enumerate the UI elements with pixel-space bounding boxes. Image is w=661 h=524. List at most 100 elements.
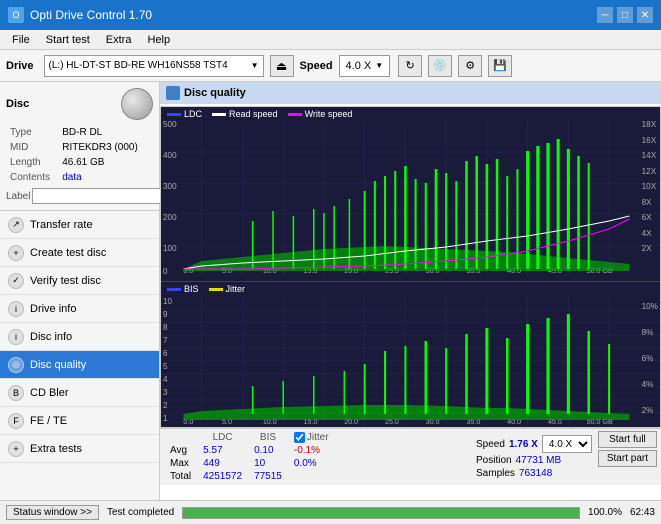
speed-dropdown[interactable]: 4.0 X ▼: [339, 55, 391, 77]
nav-item-disc-info[interactable]: i Disc info: [0, 323, 159, 351]
svg-text:25.0: 25.0: [385, 419, 399, 426]
svg-text:4: 4: [163, 375, 168, 384]
label-row: Label ✎: [6, 188, 153, 204]
total-label: Total: [164, 470, 197, 483]
status-window-button[interactable]: Status window >>: [6, 505, 99, 520]
readspeed-legend-color: [212, 113, 226, 116]
avg-bis: 0.10: [248, 444, 288, 457]
nav-label-extra-tests: Extra tests: [30, 443, 82, 455]
save-button[interactable]: 💾: [488, 55, 512, 77]
drive-dropdown-arrow-icon: ▼: [251, 61, 259, 70]
nav-item-drive-info[interactable]: i Drive info: [0, 295, 159, 323]
speed-info-value: 1.76 X: [509, 439, 538, 450]
svg-text:50.0 GB: 50.0 GB: [587, 419, 613, 426]
svg-text:14X: 14X: [642, 151, 657, 160]
bottom-legend: BIS Jitter: [161, 282, 660, 296]
label-input[interactable]: [32, 188, 170, 204]
nav-item-disc-quality[interactable]: ◎ Disc quality: [0, 351, 159, 379]
svg-text:0.0: 0.0: [183, 419, 193, 426]
drive-dropdown[interactable]: (L:) HL-DT-ST BD-RE WH16NS58 TST4 ▼: [44, 55, 264, 77]
title-bar-controls[interactable]: ─ □ ✕: [597, 7, 653, 23]
bis-legend-color: [167, 288, 181, 291]
nav-item-transfer-rate[interactable]: ↗ Transfer rate: [0, 211, 159, 239]
start-buttons: Start full Start part: [598, 431, 657, 483]
sidebar: Disc Type BD-R DL MID RITEKDR3 (000) Len…: [0, 82, 160, 500]
disc-info-table: Type BD-R DL MID RITEKDR3 (000) Length 4…: [6, 124, 153, 186]
status-time: 62:43: [630, 507, 655, 518]
position-label: Position: [476, 455, 512, 466]
close-button[interactable]: ✕: [637, 7, 653, 23]
bis-chart: BIS Jitter: [161, 282, 660, 427]
svg-text:12X: 12X: [642, 167, 657, 176]
svg-text:300: 300: [163, 182, 177, 191]
total-row: Total 4251572 77515: [164, 470, 335, 483]
disc-icon: [121, 88, 153, 120]
menu-bar: File Start test Extra Help: [0, 30, 661, 50]
readspeed-legend-label: Read speed: [229, 109, 278, 119]
maximize-button[interactable]: □: [617, 7, 633, 23]
contents-value: data: [60, 171, 151, 184]
svg-text:6: 6: [163, 349, 168, 358]
disc-info-icon: i: [8, 329, 24, 345]
avg-row: Avg 5.57 0.10 -0.1%: [164, 444, 335, 457]
eject-button[interactable]: ⏏: [270, 55, 294, 77]
nav-item-create-test-disc[interactable]: + Create test disc: [0, 239, 159, 267]
menu-extra[interactable]: Extra: [98, 32, 140, 48]
fe-te-icon: F: [8, 413, 24, 429]
speed-info-label: Speed: [476, 439, 505, 450]
max-jitter: 0.0%: [288, 457, 335, 470]
settings-button[interactable]: ⚙: [458, 55, 482, 77]
stats-bar: LDC BIS Jitter Avg 5.57: [160, 428, 661, 485]
start-full-button[interactable]: Start full: [598, 431, 657, 448]
menu-start-test[interactable]: Start test: [38, 32, 98, 48]
menu-help[interactable]: Help: [139, 32, 178, 48]
disc-quality-icon: ◎: [8, 357, 24, 373]
samples-label: Samples: [476, 468, 515, 479]
nav-item-verify-test-disc[interactable]: ✓ Verify test disc: [0, 267, 159, 295]
svg-text:15.0: 15.0: [304, 419, 318, 426]
svg-text:10: 10: [163, 297, 173, 306]
bis-legend-label: BIS: [184, 284, 199, 294]
svg-text:4X: 4X: [642, 229, 653, 238]
chart-title-bar: Disc quality: [160, 82, 661, 104]
refresh-button[interactable]: ↻: [398, 55, 422, 77]
nav-item-extra-tests[interactable]: + Extra tests: [0, 435, 159, 463]
mid-label: MID: [8, 141, 58, 154]
type-value: BD-R DL: [60, 126, 151, 139]
length-label: Length: [8, 156, 58, 169]
stats-header-jitter-label-col: Jitter: [288, 431, 335, 444]
svg-text:400: 400: [163, 151, 177, 160]
minimize-button[interactable]: ─: [597, 7, 613, 23]
svg-text:2: 2: [163, 401, 168, 410]
svg-text:18X: 18X: [642, 121, 657, 129]
svg-text:7: 7: [163, 336, 168, 345]
svg-text:5.0: 5.0: [222, 419, 232, 426]
jitter-checkbox[interactable]: [294, 432, 305, 443]
start-part-button[interactable]: Start part: [598, 450, 657, 467]
ldc-legend-label: LDC: [184, 109, 202, 119]
readspeed-legend-item: Read speed: [212, 109, 278, 119]
burn-button[interactable]: 💿: [428, 55, 452, 77]
writespeed-legend-color: [288, 113, 302, 116]
stats-header-empty: [164, 431, 197, 444]
writespeed-legend-item: Write speed: [288, 109, 353, 119]
nav-label-disc-quality: Disc quality: [30, 359, 86, 371]
max-ldc: 449: [197, 457, 248, 470]
title-bar: O Opti Drive Control 1.70 ─ □ ✕: [0, 0, 661, 30]
disc-section: Disc Type BD-R DL MID RITEKDR3 (000) Len…: [0, 82, 159, 211]
verify-test-disc-icon: ✓: [8, 273, 24, 289]
disc-title: Disc: [6, 98, 29, 110]
svg-text:8X: 8X: [642, 198, 653, 207]
speed-select[interactable]: 4.0 X: [542, 435, 592, 453]
main-content: Disc Type BD-R DL MID RITEKDR3 (000) Len…: [0, 82, 661, 500]
svg-text:3: 3: [163, 388, 168, 397]
menu-file[interactable]: File: [4, 32, 38, 48]
label-label: Label: [6, 191, 30, 202]
ldc-chart-svg: 500 400 300 200 100 0 18X 16X 14X 12X 10…: [161, 121, 660, 276]
nav-item-fe-te[interactable]: F FE / TE: [0, 407, 159, 435]
svg-text:9: 9: [163, 310, 168, 319]
progress-bar-container: [182, 507, 580, 519]
nav-label-verify-test-disc: Verify test disc: [30, 275, 101, 287]
progress-percent: 100.0%: [588, 507, 622, 518]
nav-item-cd-bler[interactable]: B CD Bler: [0, 379, 159, 407]
